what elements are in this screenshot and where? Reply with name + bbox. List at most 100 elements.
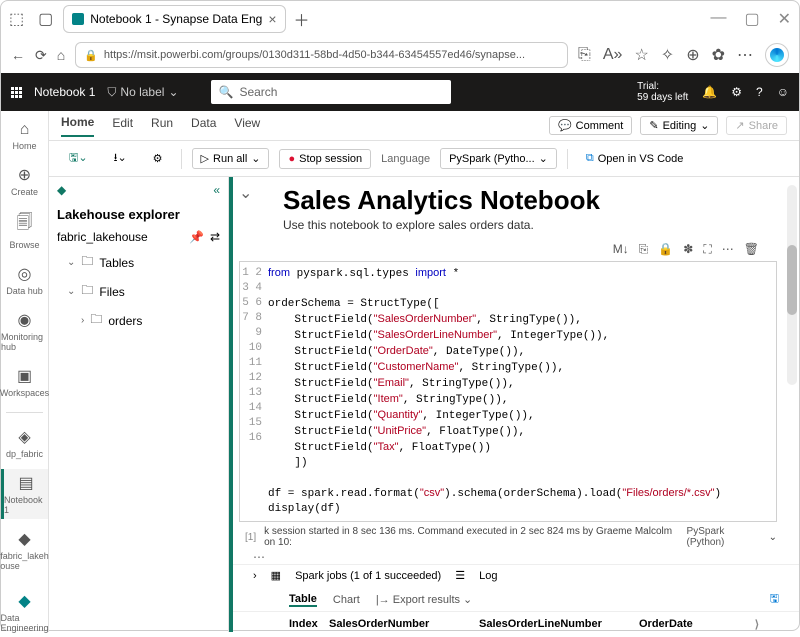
workspace-icon[interactable]: ⬚ bbox=[9, 9, 24, 29]
tab-view[interactable]: View bbox=[234, 116, 260, 136]
comment-button[interactable]: 💬Comment bbox=[549, 116, 632, 135]
notifications-icon[interactable]: 🔔 bbox=[702, 85, 717, 99]
folder-icon: 🗀 bbox=[90, 310, 102, 331]
rail-workspaces[interactable]: ▣Workspaces bbox=[1, 362, 48, 402]
chevron-down-icon: ⌄ bbox=[700, 119, 709, 132]
lock-cell-button[interactable]: 🔒 bbox=[658, 242, 673, 257]
cell-exec-footer: [1] k session started in 8 sec 136 ms. C… bbox=[233, 522, 799, 550]
code-content[interactable]: from pyspark.sql.types import * orderSch… bbox=[268, 262, 776, 521]
back-button[interactable]: ← bbox=[11, 47, 25, 63]
chevron-down-icon: ⌄ bbox=[168, 85, 178, 99]
trial-status[interactable]: Trial: 59 days left bbox=[637, 81, 688, 103]
collapse-md-icon[interactable]: ⌄ bbox=[239, 183, 252, 203]
browse-icon: 🗐 bbox=[17, 211, 33, 238]
stop-session-button[interactable]: ●Stop session bbox=[279, 149, 371, 169]
help-icon[interactable]: ? bbox=[756, 85, 763, 99]
explorer-files[interactable]: ⌄🗀Files bbox=[49, 277, 228, 306]
focus-cell-button[interactable]: ⛶ bbox=[703, 242, 711, 257]
save-button[interactable]: 🖫⌄ bbox=[61, 146, 96, 171]
url-input[interactable]: 🔒 https://msit.powerbi.com/groups/0130d3… bbox=[75, 42, 568, 68]
app-launcher-icon[interactable] bbox=[11, 87, 22, 98]
output-ellipsis[interactable]: ⋯ bbox=[233, 550, 799, 564]
rail-monitoring[interactable]: ◉Monitoring hub bbox=[1, 306, 48, 356]
copilot-icon[interactable] bbox=[765, 43, 789, 67]
tab-data[interactable]: Data bbox=[191, 116, 216, 136]
explorer-db[interactable]: fabric_lakehouse 📌 ⇄ bbox=[49, 226, 228, 248]
tab-run[interactable]: Run bbox=[151, 116, 173, 136]
sensitivity-label[interactable]: ⛉ No label ⌄ bbox=[107, 85, 178, 100]
refresh-button[interactable]: ⟳ bbox=[35, 47, 47, 64]
download-button[interactable]: ⭳⌄ bbox=[106, 146, 135, 171]
browser-tab[interactable]: Notebook 1 - Synapse Data Eng × bbox=[63, 5, 285, 33]
star-icon[interactable]: ☆ bbox=[634, 45, 648, 65]
cell-more-button[interactable]: ⋯ bbox=[722, 242, 734, 257]
rail-dp-fabric[interactable]: ◈dp_fabric bbox=[1, 423, 48, 463]
gear-button[interactable]: ⚙ bbox=[145, 149, 171, 168]
data-eng-icon: ◆ bbox=[18, 591, 30, 611]
pencil-icon: ✎ bbox=[649, 119, 658, 132]
cell-collapse-button[interactable]: ⌄ bbox=[229, 279, 235, 292]
extensions-icon[interactable]: ✿ bbox=[712, 45, 725, 65]
result-tab-chart[interactable]: Chart bbox=[333, 594, 360, 606]
cell-language-badge[interactable]: PySpark (Python) bbox=[687, 526, 761, 548]
settings-gear-icon[interactable]: ⚙ bbox=[731, 85, 742, 99]
more-icon[interactable]: ⋯ bbox=[737, 45, 753, 65]
clipboard-icon[interactable]: ⎘ bbox=[578, 46, 591, 64]
expand-jobs-icon[interactable]: › bbox=[253, 570, 257, 582]
copy-cell-button[interactable]: ⎘ bbox=[639, 242, 649, 257]
feedback-icon[interactable]: ☺ bbox=[777, 85, 789, 99]
delete-cell-button[interactable]: 🗑 bbox=[744, 242, 759, 257]
shield-icon: ⛉ bbox=[107, 85, 116, 100]
md-toggle-button[interactable]: M↓ bbox=[613, 242, 629, 257]
rail-home[interactable]: ⌂Home bbox=[1, 117, 48, 155]
chevron-down-icon: ⌄ bbox=[67, 286, 75, 297]
freeze-cell-button[interactable]: ✽ bbox=[683, 242, 693, 257]
scroll-right-icon[interactable]: ⟩ bbox=[755, 618, 759, 631]
editing-button[interactable]: ✎Editing⌄ bbox=[640, 116, 718, 135]
exec-index: [1] bbox=[245, 532, 256, 543]
col-so[interactable]: SalesOrderNumber bbox=[329, 618, 479, 631]
chevron-down-icon[interactable]: ⌄ bbox=[769, 532, 777, 543]
nav-rail: ⌂Home ⊕Create 🗐Browse ◎Data hub ◉Monitor… bbox=[1, 111, 49, 632]
share-button[interactable]: ↗Share bbox=[726, 116, 787, 135]
language-select[interactable]: PySpark (Pytho...⌄ bbox=[440, 148, 557, 169]
close-tab-icon[interactable]: × bbox=[268, 11, 276, 27]
col-line[interactable]: SalesOrderLineNumber bbox=[479, 618, 639, 631]
export-results-button[interactable]: |→ Export results ⌄ bbox=[376, 593, 472, 606]
col-index[interactable]: Index bbox=[289, 618, 329, 631]
read-aloud-icon[interactable]: A» bbox=[603, 46, 623, 64]
run-all-button[interactable]: ▷Run all⌄ bbox=[192, 148, 270, 169]
tab-home[interactable]: Home bbox=[61, 115, 94, 137]
result-tab-table[interactable]: Table bbox=[289, 593, 317, 607]
explorer-orders[interactable]: ›🗀orders bbox=[49, 306, 228, 335]
code-cell[interactable]: 1 2 3 4 5 6 7 8 9 10 11 12 13 14 15 16 f… bbox=[239, 261, 777, 522]
run-cell-button[interactable]: ▷ bbox=[229, 261, 235, 278]
rail-notebook1[interactable]: ▤Notebook 1 bbox=[1, 469, 48, 519]
tabs-icon[interactable]: ▢ bbox=[38, 9, 53, 29]
collapse-explorer-button[interactable]: « bbox=[213, 183, 220, 197]
col-date[interactable]: OrderDate bbox=[639, 618, 729, 631]
pin-icon[interactable]: 📌 bbox=[189, 230, 204, 244]
explorer-tables[interactable]: ⌄🗀Tables bbox=[49, 248, 228, 277]
rail-browse[interactable]: 🗐Browse bbox=[1, 207, 48, 254]
minimize-button[interactable]: — bbox=[710, 9, 726, 29]
rail-data-engineering[interactable]: ◆Data Engineering bbox=[1, 587, 48, 637]
rail-datahub[interactable]: ◎Data hub bbox=[1, 260, 48, 300]
notebook-name[interactable]: Notebook 1 bbox=[34, 85, 95, 99]
rail-create[interactable]: ⊕Create bbox=[1, 161, 48, 201]
toolbar: 🖫⌄ ⭳⌄ ⚙ ▷Run all⌄ ●Stop session Language… bbox=[49, 141, 799, 177]
open-vscode-button[interactable]: ⧉Open in VS Code bbox=[578, 149, 691, 168]
new-tab-button[interactable]: ＋ bbox=[294, 7, 310, 31]
favorites-icon[interactable]: ✧ bbox=[661, 45, 674, 65]
home-button[interactable]: ⌂ bbox=[57, 47, 65, 63]
rail-lakehouse[interactable]: ◆fabric_lakeh ouse bbox=[1, 525, 48, 575]
tab-edit[interactable]: Edit bbox=[112, 116, 133, 136]
collections-icon[interactable]: ⊕ bbox=[686, 45, 699, 65]
save-results-button[interactable]: 🖫 bbox=[770, 590, 779, 609]
monitor-icon: ◉ bbox=[18, 310, 32, 330]
maximize-button[interactable]: ▢ bbox=[744, 9, 759, 29]
swap-icon[interactable]: ⇄ bbox=[210, 230, 220, 244]
close-window-button[interactable]: ✕ bbox=[778, 9, 791, 29]
folder-icon: 🗀 bbox=[81, 281, 93, 302]
global-search-input[interactable]: 🔍 Search bbox=[211, 80, 451, 104]
